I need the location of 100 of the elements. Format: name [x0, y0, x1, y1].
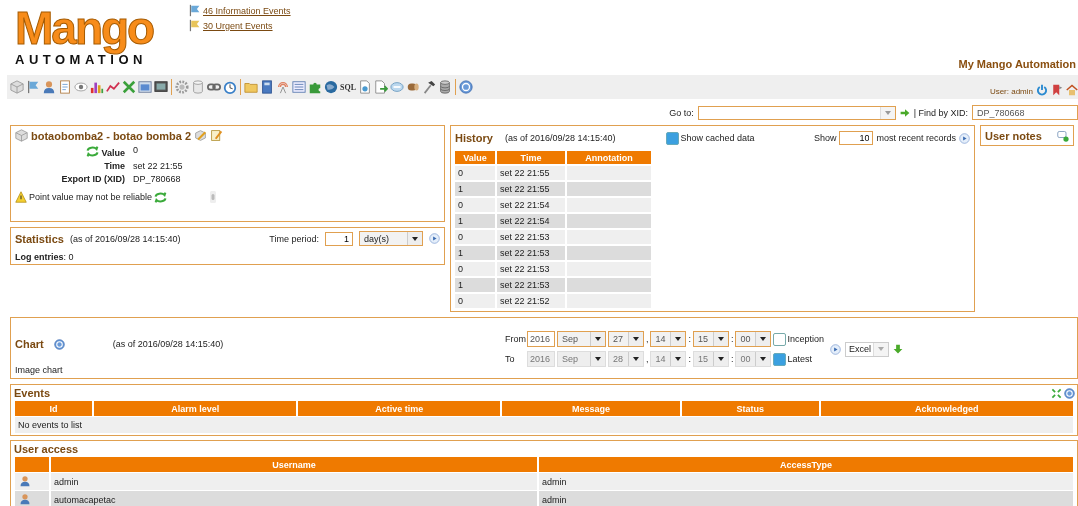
field-label: Value [101, 148, 125, 158]
arrow-icon[interactable] [899, 107, 910, 118]
column-header: Status [681, 401, 819, 416]
flag-icon[interactable] [26, 80, 40, 94]
table-cell: 1 [455, 246, 495, 260]
field-label: Export ID (XID) [61, 174, 125, 184]
column-header: AccessType [539, 457, 1073, 472]
home-icon[interactable] [1066, 84, 1078, 96]
table-cell: set 22 21:55 [497, 182, 565, 196]
table-cell: set 22 21:54 [497, 214, 565, 228]
chart-label: Image chart [15, 365, 64, 375]
globe-icon[interactable] [324, 80, 338, 94]
antenna-icon[interactable] [276, 80, 290, 94]
column-header: Alarm level [94, 401, 297, 416]
power-icon[interactable] [1036, 84, 1048, 96]
empty-message: No events to list [15, 417, 1073, 433]
edit-icon[interactable] [210, 129, 224, 142]
sql-icon[interactable]: SQL [340, 82, 356, 92]
format-select[interactable]: Excel [845, 341, 889, 357]
warning-text: Point value may not be reliable [29, 192, 153, 202]
table-cell: admin [539, 473, 1073, 490]
cube-icon[interactable] [10, 80, 24, 94]
table-cell: set 22 21:54 [497, 198, 565, 212]
field-value: DP_780668 [133, 174, 182, 184]
gear-icon[interactable] [175, 80, 189, 94]
export-icon[interactable] [374, 80, 388, 94]
next-icon[interactable] [830, 343, 841, 355]
table-cell: 0 [455, 294, 495, 308]
alarm-clock-icon[interactable] [223, 80, 237, 94]
unit-select[interactable]: day(s) [359, 231, 423, 246]
table-cell: set 22 21:53 [497, 278, 565, 292]
hammer-icon[interactable] [422, 80, 436, 94]
flag-icon [188, 19, 201, 32]
period-label: Time period: [269, 233, 319, 244]
next-icon[interactable] [959, 132, 970, 144]
document-icon[interactable] [358, 80, 372, 94]
column-header: Value [455, 151, 495, 164]
find-label: | Find by XID: [913, 107, 968, 118]
as-of-text: (as of 2016/09/28 14:15:40) [112, 339, 224, 349]
add-note-icon[interactable] [1057, 129, 1069, 142]
column-header: Annotation [567, 151, 651, 164]
range-label: From [504, 334, 525, 344]
show-suffix: most recent records [876, 133, 956, 143]
logo-title: Mango [15, 4, 155, 52]
collapse-icon[interactable] [1051, 387, 1062, 399]
database-icon[interactable] [438, 80, 452, 94]
cross-icon[interactable] [122, 80, 136, 94]
book-icon[interactable] [260, 80, 274, 94]
column-header: Acknowledged [820, 401, 1073, 416]
separator-text: : [688, 334, 691, 344]
field-value: set 22 21:55 [133, 161, 184, 171]
as-of-text: (as of 2016/09/28 14:15:40) [504, 133, 616, 143]
eye-icon[interactable] [74, 80, 88, 94]
flag-icon [188, 4, 201, 17]
day-dropdown[interactable]: 27 [607, 331, 644, 347]
period-field[interactable]: 1 [325, 231, 353, 246]
table-cell: set 22 21:53 [497, 246, 565, 260]
checkbox[interactable] [773, 332, 787, 346]
app-title: My Mango Automation [958, 58, 1076, 70]
list-icon[interactable] [292, 80, 306, 94]
bar-chart-icon[interactable] [90, 80, 104, 94]
hour-dropdown[interactable]: 14 [650, 331, 687, 347]
event-link[interactable]: 46 Information Events [203, 5, 291, 16]
log-entries: Log entries: 0 [15, 252, 75, 262]
table-cell: 0 [455, 198, 495, 212]
user-icon [19, 474, 31, 487]
folder-icon[interactable] [244, 80, 258, 94]
separator-text: : [688, 354, 691, 364]
table-cell: automacapetac [51, 491, 537, 506]
year-field[interactable]: 2016 [526, 331, 555, 347]
table-cell: set 22 21:52 [497, 294, 565, 308]
user-icon[interactable] [42, 80, 56, 94]
monitor-icon[interactable] [154, 80, 168, 94]
notebook-icon[interactable] [58, 80, 72, 94]
checkbox[interactable] [665, 131, 679, 145]
xid-field[interactable]: DP_780668 [972, 105, 1078, 120]
month-dropdown[interactable]: Sep [556, 331, 606, 347]
table-cell: set 22 21:53 [497, 262, 565, 276]
puzzle-icon[interactable] [308, 80, 322, 94]
next-icon[interactable] [429, 233, 440, 244]
count-field[interactable]: 10 [839, 131, 874, 145]
as-of-text: (as of 2016/09/28 14:15:40) [69, 233, 181, 244]
minute-dropdown[interactable]: 15 [692, 331, 729, 347]
help-icon[interactable] [53, 338, 65, 350]
second-dropdown[interactable]: 00 [735, 331, 772, 347]
section-title: Events [14, 387, 51, 399]
event-link[interactable]: 30 Urgent Events [203, 20, 273, 31]
edit-icon[interactable] [194, 129, 208, 142]
checkbox-label: Latest [787, 354, 812, 364]
help-icon[interactable] [459, 80, 473, 94]
bookmark-icon[interactable] [1051, 84, 1063, 96]
section-title: Statistics [15, 232, 64, 245]
point-title: botaobomba2 - botao bomba 2 [31, 129, 192, 142]
goto-select[interactable] [697, 105, 896, 120]
separator-text: , [645, 334, 649, 344]
table-cell: 0 [455, 262, 495, 276]
section-title: History [455, 132, 493, 144]
download-icon[interactable] [893, 344, 903, 354]
line-chart-icon[interactable] [106, 80, 120, 94]
column-header: Active time [298, 401, 501, 416]
